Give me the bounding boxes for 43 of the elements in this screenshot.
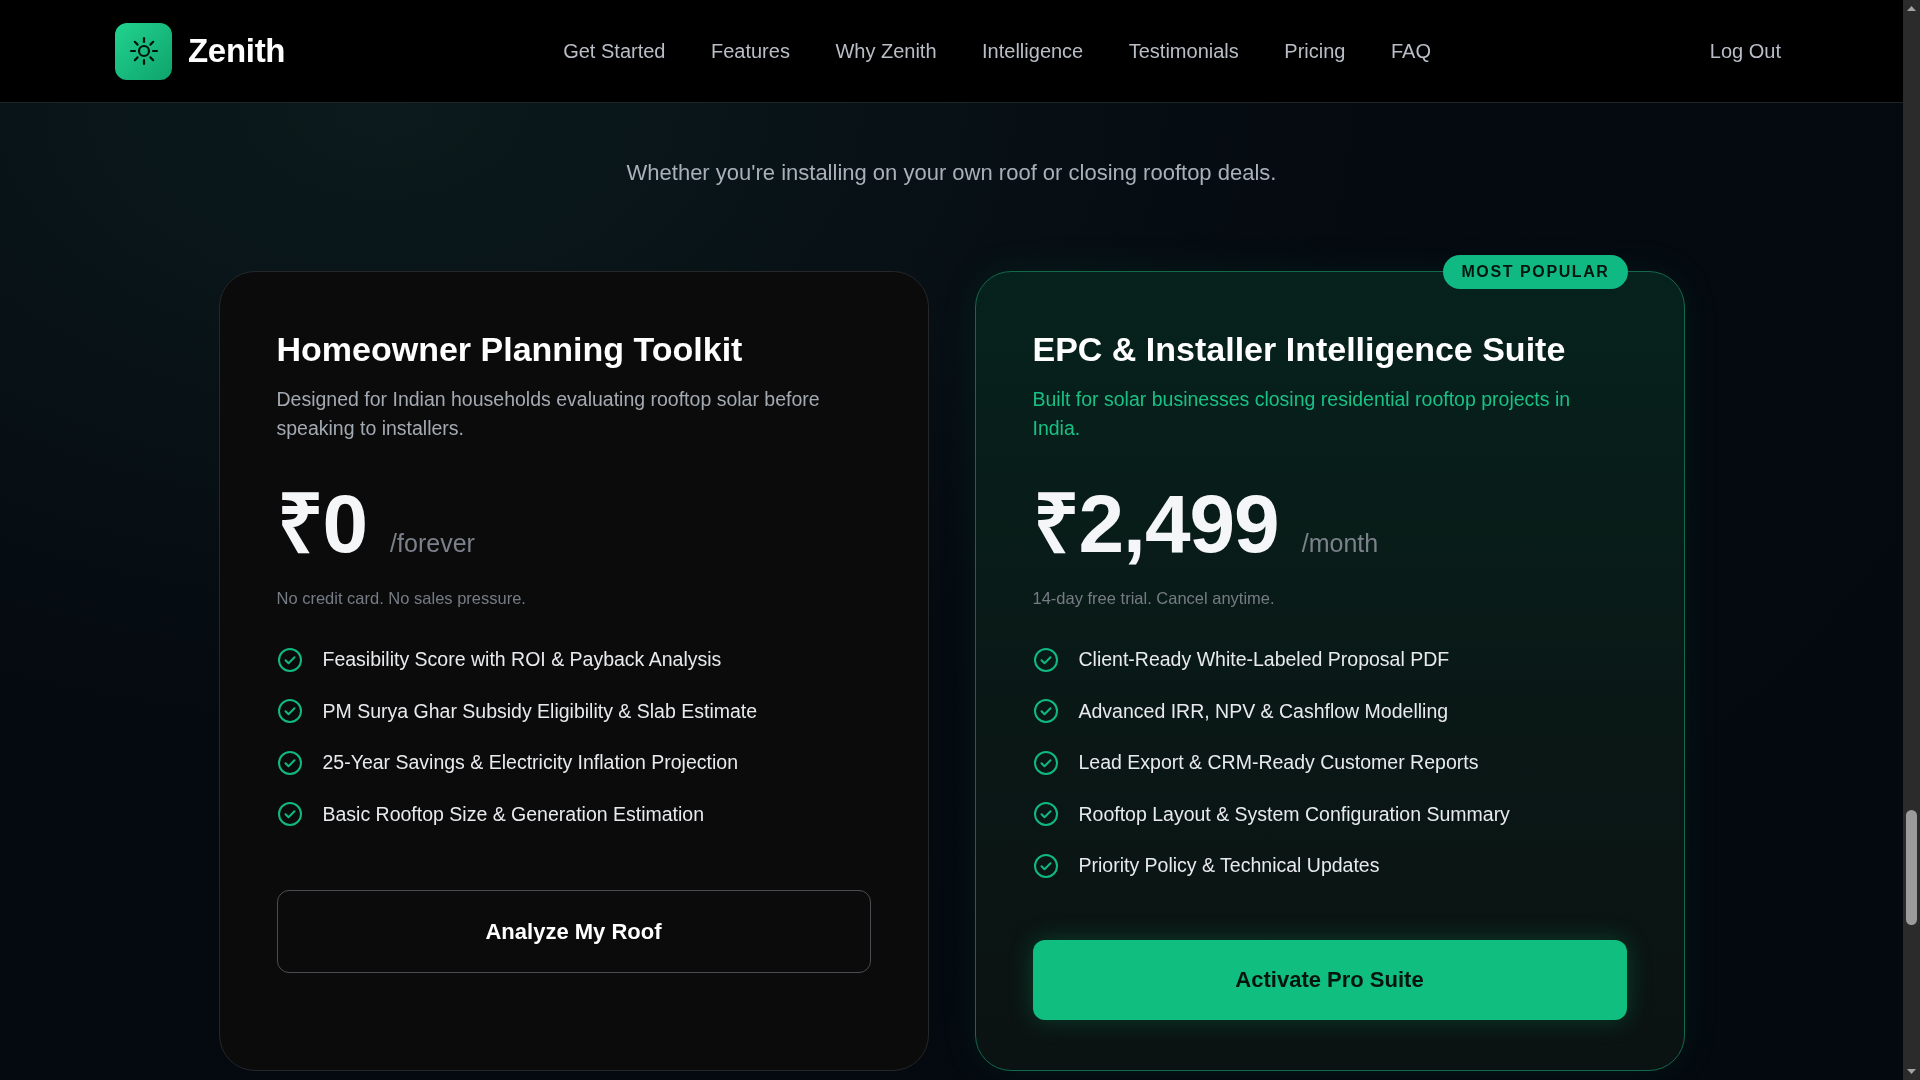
feature-text: Advanced IRR, NPV & Cashflow Modelling: [1078, 699, 1449, 723]
feature-text: Lead Export & CRM-Ready Customer Reports: [1078, 751, 1479, 775]
check-icon: [1032, 698, 1059, 725]
price-period: /forever: [390, 531, 475, 556]
feature-text: Rooftop Layout & System Configuration Summary: [1078, 802, 1510, 826]
plan-price: ₹2,499: [1032, 483, 1279, 565]
plan-price: ₹0: [276, 483, 368, 565]
plan-note: No credit card. No sales pressure.: [276, 589, 527, 608]
feature-text: Feasibility Score with ROI & Payback Analysis: [322, 648, 722, 672]
plan-description: Built for solar businesses closing residential rooftop projects in India.: [1032, 387, 1572, 441]
scrollbar-thumb[interactable]: [1906, 810, 1917, 925]
analyze-button[interactable]: Analyze My Roof: [276, 890, 871, 973]
activate-button[interactable]: Activate Pro Suite: [1032, 939, 1627, 1020]
check-icon: [1032, 646, 1059, 673]
feature-text: PM Surya Ghar Subsidy Eligibility & Slab Estimate: [322, 699, 758, 723]
check-icon: [276, 801, 303, 828]
nav-link[interactable]: Intelligence: [982, 39, 1084, 63]
nav-link[interactable]: Why Zenith: [835, 39, 937, 63]
feature-text: 25-Year Savings & Electricity Inflation Projection: [322, 751, 738, 775]
popular-badge: MOST POPULAR: [1443, 255, 1628, 289]
check-icon: [276, 698, 303, 725]
nav-link[interactable]: FAQ: [1390, 39, 1431, 63]
check-icon: [1032, 749, 1059, 776]
feature-text: Basic Rooftop Size & Generation Estimation: [322, 802, 705, 826]
section-subtitle: Whether you're installing on your own roof or closing rooftop deals.: [626, 160, 1277, 186]
nav-link[interactable]: Pricing: [1284, 39, 1346, 63]
plan-description: Designed for Indian households evaluating rooftop solar before speaking to installers.: [276, 387, 821, 441]
feature-text: Client-Ready White-Labeled Proposal PDF: [1078, 648, 1450, 672]
nav-link[interactable]: Features: [710, 39, 790, 63]
check-icon: [1032, 801, 1059, 828]
brand-name[interactable]: Zenith: [188, 32, 286, 70]
check-icon: [276, 646, 303, 673]
plan-title: Homeowner Planning Toolkit: [276, 330, 744, 369]
plan-title: EPC & Installer Intelligence Suite: [1032, 330, 1567, 369]
nav-link[interactable]: Testimonials: [1128, 39, 1239, 63]
check-icon: [276, 749, 303, 776]
check-icon: [1032, 852, 1059, 879]
plan-note: 14-day free trial. Cancel anytime.: [1032, 589, 1276, 608]
logout-link[interactable]: Log Out: [1709, 39, 1781, 63]
logo-icon[interactable]: [115, 22, 172, 80]
nav-link[interactable]: Get Started: [563, 39, 666, 63]
price-period: /month: [1301, 531, 1379, 556]
feature-text: Priority Policy & Technical Updates: [1078, 854, 1380, 878]
